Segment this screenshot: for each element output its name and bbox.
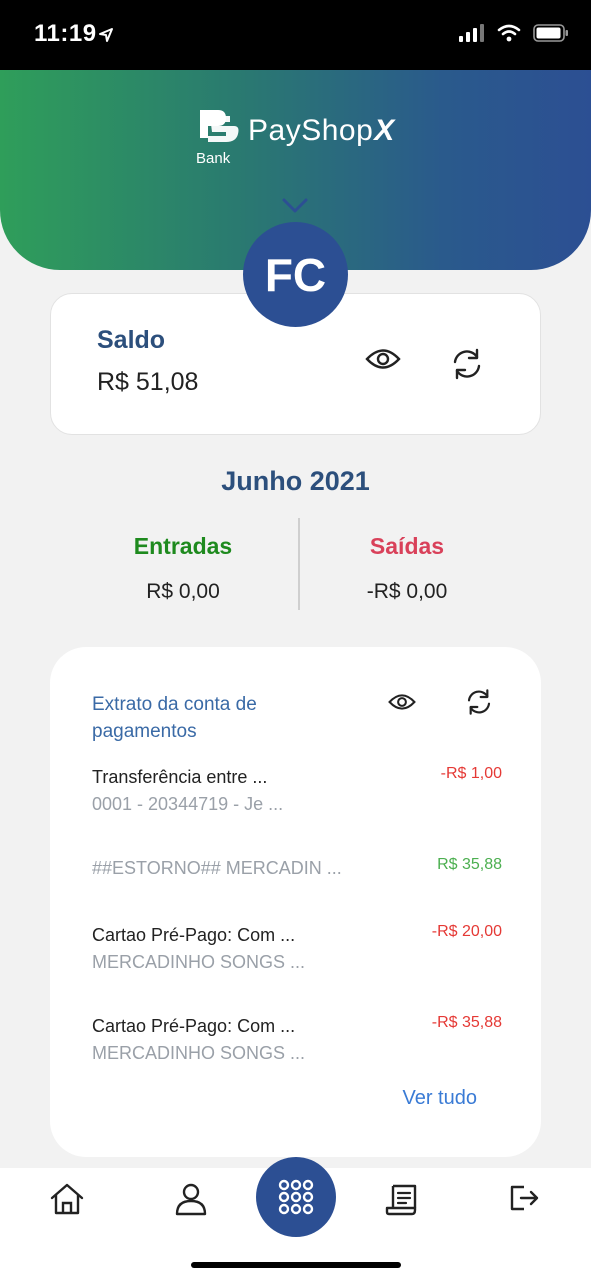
eye-icon: [365, 349, 401, 369]
statement-title: Extrato da conta de pagamentos: [92, 694, 257, 742]
apps-grid-icon: [278, 1179, 314, 1215]
nav-receipt[interactable]: [384, 1182, 418, 1221]
transaction-amount: -R$ 1,00: [440, 765, 502, 782]
brand-name: PayShopX: [248, 114, 395, 147]
transaction-amount: -R$ 20,00: [431, 923, 502, 940]
transaction-row[interactable]: Transferência entre ... 0001 - 20344719 …: [92, 765, 502, 815]
see-all-link[interactable]: Ver tudo: [402, 1087, 477, 1110]
income-value: R$ 0,00: [146, 580, 220, 603]
chevron-down-icon[interactable]: [282, 198, 308, 214]
transaction-row[interactable]: ##ESTORNO## MERCADIN ... R$ 35,88: [92, 856, 502, 879]
battery-icon: [533, 24, 568, 42]
wifi-icon: [497, 24, 521, 42]
location-arrow-icon: [99, 28, 113, 42]
receipt-icon: [385, 1184, 417, 1216]
expense-value: -R$ 0,00: [366, 580, 448, 603]
profile-icon: [175, 1183, 207, 1216]
apps-menu-button[interactable]: [256, 1157, 336, 1237]
income-summary: Entradas R$ 0,00: [58, 533, 308, 604]
balance-value: R$ 51,08: [97, 368, 199, 396]
income-label: Entradas: [133, 533, 233, 559]
transaction-detail: MERCADINHO SONGS ...: [92, 952, 306, 972]
eye-icon: [388, 694, 416, 710]
status-bar: 11:19: [0, 0, 591, 70]
expense-summary: Saídas -R$ 0,00: [282, 533, 532, 604]
refresh-icon: [467, 689, 491, 715]
refresh-statement-button[interactable]: [464, 687, 494, 717]
nav-home[interactable]: [49, 1182, 85, 1221]
transaction-amount: -R$ 35,88: [431, 1014, 502, 1031]
toggle-visibility-button[interactable]: [365, 346, 401, 372]
expense-label: Saídas: [369, 533, 445, 559]
transaction-row[interactable]: Cartao Pré-Pago: Com ... MERCADINHO SONG…: [92, 923, 502, 973]
payshop-logo-icon: [200, 110, 239, 142]
statement-card: Extrato da conta de pagamentos Transferê…: [50, 647, 541, 1157]
refresh-icon: [453, 348, 481, 380]
toggle-statement-visibility-button[interactable]: [388, 691, 416, 713]
nav-profile[interactable]: [174, 1182, 208, 1221]
home-indicator: [191, 1262, 401, 1268]
home-icon: [50, 1183, 84, 1215]
refresh-balance-button[interactable]: [449, 346, 485, 382]
brand-logo: PayShopX Bank: [196, 108, 395, 167]
brand-sub: Bank: [196, 150, 231, 167]
logout-icon: [510, 1185, 539, 1211]
status-time: 11:19: [34, 20, 97, 47]
transaction-detail: 0001 - 20344719 - Je ...: [92, 794, 284, 814]
month-title[interactable]: Junho 2021: [0, 466, 591, 497]
transaction-detail: MERCADINHO SONGS ...: [92, 1043, 306, 1063]
avatar[interactable]: FC: [243, 222, 348, 327]
nav-logout[interactable]: [508, 1182, 540, 1219]
transaction-row[interactable]: Cartao Pré-Pago: Com ... MERCADINHO SONG…: [92, 1014, 502, 1064]
balance-label: Saldo: [97, 326, 166, 354]
transaction-amount: R$ 35,88: [437, 856, 502, 873]
signal-icon: [459, 24, 484, 42]
